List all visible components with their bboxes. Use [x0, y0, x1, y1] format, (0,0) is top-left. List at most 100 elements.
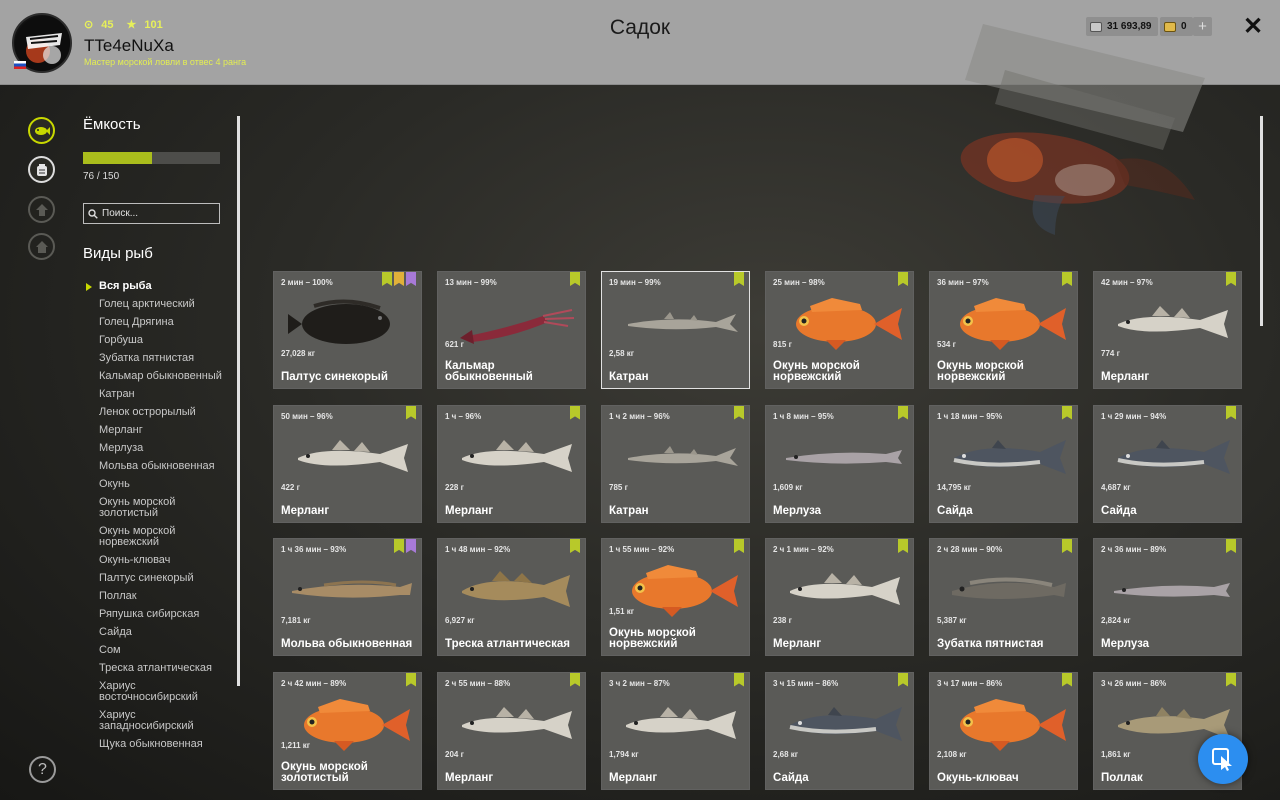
card-badges — [394, 539, 416, 553]
fish-card[interactable]: 2 ч 42 мин – 89% 1,211 кг Окунь морской зо… — [273, 671, 422, 790]
species-item[interactable]: Голец арктический — [83, 299, 233, 310]
green-ribbon-icon — [382, 272, 392, 286]
fish-card[interactable]: 19 мин – 99% 2,58 кг Катран — [601, 271, 750, 389]
cursor-mode-button[interactable] — [1198, 734, 1248, 784]
catch-time: 19 мин – 99% — [609, 278, 661, 287]
fish-card[interactable]: 1 ч 48 мин – 92% 6,927 кг Треска атлантиче… — [437, 538, 586, 656]
green-ribbon-icon — [1062, 405, 1072, 420]
card-badges — [898, 272, 908, 286]
species-item[interactable]: Мерлуза — [83, 443, 233, 454]
fish-name: Сайда — [773, 771, 809, 784]
fish-card[interactable]: 50 мин – 96% 422 г Мерланг — [273, 404, 422, 523]
fish-card[interactable]: 2 мин – 100% 27,028 кг Палтус синекорый — [273, 271, 422, 389]
species-item[interactable]: Ленок острорылый — [83, 407, 233, 418]
species-item[interactable]: Мерланг — [83, 425, 233, 436]
catch-time: 13 мин – 99% — [445, 278, 497, 287]
fish-weight: 422 г — [281, 482, 300, 492]
species-item[interactable]: Катран — [83, 389, 233, 400]
fish-tab-icon[interactable] — [28, 117, 55, 144]
fish-weight: 2,58 кг — [609, 349, 635, 358]
card-badges — [1062, 672, 1072, 687]
gold-balance[interactable]: 0 — [1160, 17, 1193, 36]
gold-ribbon-icon — [394, 272, 404, 286]
close-button[interactable]: ✕ — [1242, 14, 1264, 40]
fish-image — [626, 706, 736, 739]
species-item[interactable]: Вся рыба — [83, 281, 233, 292]
species-item[interactable]: Окунь морской норвежский — [83, 526, 233, 548]
species-item[interactable]: Палтус синекорый — [83, 573, 233, 584]
fish-card[interactable]: 2 ч 28 мин – 90% 5,387 кг Зубатка пятниста… — [929, 538, 1078, 656]
card-badges — [898, 405, 908, 420]
fish-card[interactable]: 1 ч 36 мин – 93% 7,181 кг Мольва обыкновен… — [273, 538, 422, 656]
add-currency-button[interactable]: + — [1193, 17, 1212, 36]
card-badges — [734, 539, 744, 553]
card-badges — [1062, 272, 1072, 286]
species-item[interactable]: Сайда — [83, 627, 233, 638]
keepnet-tab-icon[interactable] — [28, 156, 55, 183]
fish-card[interactable]: 36 мин – 97% 534 г Окунь морской норвежски… — [929, 271, 1078, 389]
fish-image — [462, 439, 572, 472]
fish-card[interactable]: 1 ч 2 мин – 96% 785 г Катран — [601, 404, 750, 523]
species-item[interactable]: Зубатка пятнистая — [83, 353, 233, 364]
fish-card[interactable]: 42 мин – 97% 774 г Мерланг — [1093, 271, 1242, 389]
fish-image — [1118, 306, 1228, 338]
card-badges — [898, 672, 908, 687]
fish-card[interactable]: 1 ч – 96% 228 г Мерланг — [437, 404, 586, 523]
search-placeholder: Поиск... — [102, 208, 139, 219]
home-tab-icon[interactable] — [28, 233, 55, 260]
silver-balance[interactable]: 31 693,89 — [1086, 17, 1158, 36]
fish-name: Окунь морской норвежский — [609, 627, 696, 650]
sidebar-scrollbar[interactable] — [237, 116, 240, 686]
catch-time: 1 ч 48 мин – 92% — [445, 545, 511, 554]
fish-card[interactable]: 3 ч 2 мин – 87% 1,794 кг Мерланг — [601, 671, 750, 790]
fish-name: Палтус синекорый — [281, 371, 388, 383]
fish-card[interactable]: 2 ч 1 мин – 92% 238 г Мерланг — [765, 538, 914, 656]
fish-card[interactable]: 1 ч 55 мин – 92% 1,51 кг Окунь морской нор… — [601, 538, 750, 656]
fish-card[interactable]: 2 ч 55 мин – 88% 204 г Мерланг — [437, 671, 586, 790]
species-item[interactable]: Окунь морской золотистый — [83, 497, 233, 519]
help-button[interactable]: ? — [29, 756, 56, 783]
fish-name: Мерлуза — [773, 504, 822, 517]
fish-card[interactable]: 25 мин – 98% 815 г Окунь морской норвежски… — [765, 271, 914, 389]
green-ribbon-icon — [394, 539, 404, 553]
fish-image — [462, 706, 572, 739]
fish-card[interactable]: 1 ч 29 мин – 94% 4,687 кг Сайда — [1093, 404, 1242, 523]
fish-image — [628, 312, 738, 332]
fish-card[interactable]: 3 ч 17 мин – 86% 2,108 кг Окунь-клювач — [929, 671, 1078, 790]
species-item[interactable]: Хариус западносибирский — [83, 710, 233, 732]
grid-scrollbar[interactable] — [1260, 116, 1263, 326]
fish-card[interactable]: 13 мин – 99% 621 г Кальмар обыкновенный — [437, 271, 586, 389]
species-item[interactable]: Сом — [83, 645, 233, 656]
fish-image — [1114, 583, 1230, 597]
fish-image — [1117, 439, 1230, 474]
fish-name: Сайда — [937, 504, 973, 517]
fish-image — [796, 298, 902, 350]
species-item[interactable]: Мольва обыкновенная — [83, 461, 233, 472]
fish-name: Мерланг — [281, 504, 330, 517]
fish-card[interactable]: 2 ч 36 мин – 89% 2,824 кг Мерлуза — [1093, 538, 1242, 656]
species-item[interactable]: Поллак — [83, 591, 233, 602]
fish-card[interactable]: 1 ч 8 мин – 95% 1,609 кг Мерлуза — [765, 404, 914, 523]
fish-name: Мерланг — [445, 504, 494, 517]
species-item[interactable]: Окунь-клювач — [83, 555, 233, 566]
fish-weight: 621 г — [445, 340, 464, 349]
species-item[interactable]: Кальмар обыкновенный — [83, 371, 233, 382]
species-item[interactable]: Голец Дрягина — [83, 317, 233, 328]
fish-card[interactable]: 1 ч 18 мин – 95% 14,795 кг Сайда — [929, 404, 1078, 523]
trophy-tab-icon[interactable] — [28, 196, 55, 223]
fish-name: Кальмар обыкновенный — [445, 360, 533, 383]
fish-name: Окунь-клювач — [937, 771, 1019, 784]
search-input[interactable]: Поиск... — [83, 203, 220, 224]
fish-card[interactable]: 3 ч 15 мин – 86% 2,68 кг Сайда — [765, 671, 914, 790]
species-item[interactable]: Горбуша — [83, 335, 233, 346]
card-badges — [1226, 405, 1236, 420]
species-item[interactable]: Хариус восточносибирский — [83, 681, 233, 703]
species-item[interactable]: Окунь — [83, 479, 233, 490]
species-item[interactable]: Треска атлантическая — [83, 663, 233, 674]
fish-name: Окунь морской норвежский — [937, 360, 1024, 383]
species-item[interactable]: Щука обыкновенная — [83, 739, 233, 750]
green-ribbon-icon — [1062, 272, 1072, 286]
cursor-icon — [1212, 748, 1232, 771]
flag-icon — [14, 61, 26, 69]
species-item[interactable]: Ряпушка сибирская — [83, 609, 233, 620]
